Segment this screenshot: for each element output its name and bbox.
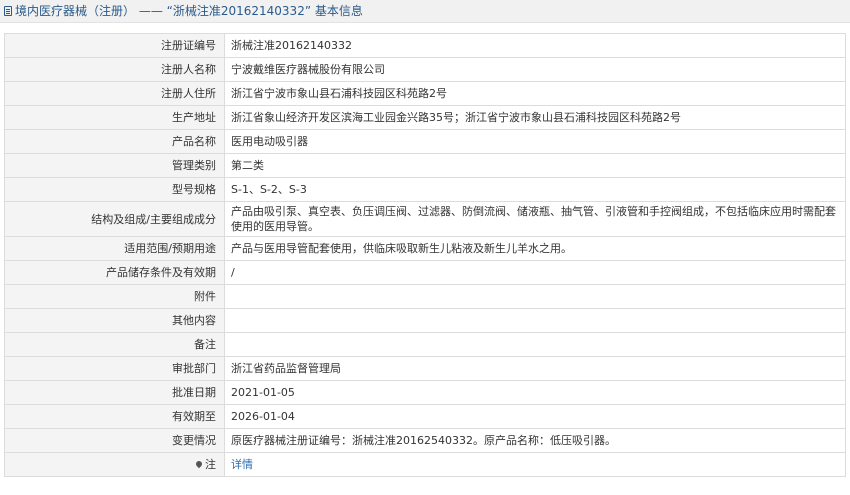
field-label-other-content: 其他内容 <box>4 308 225 333</box>
table-row: 适用范围/预期用途 产品与医用导管配套使用，供临床吸取新生儿粘液及新生儿羊水之用… <box>4 236 846 261</box>
field-label-production-address: 生产地址 <box>4 105 225 130</box>
page-header: 境内医疗器械（注册） —— “浙械注准20162140332” 基本信息 <box>0 0 850 23</box>
field-value-other-content <box>224 308 846 333</box>
field-value-model-spec: S-1、S-2、S-3 <box>224 177 846 202</box>
field-value-production-address: 浙江省象山经济开发区滨海工业园金兴路35号；浙江省宁波市象山县石浦科技园区科苑路… <box>224 105 846 130</box>
table-row: 有效期至 2026-01-04 <box>4 404 846 429</box>
table-row: 备注 <box>4 332 846 357</box>
field-label-approval-department: 审批部门 <box>4 356 225 381</box>
info-table-wrapper: 注册证编号 浙械注准20162140332 注册人名称 宁波戴维医疗器械股份有限… <box>0 23 850 477</box>
details-link[interactable]: 详情 <box>231 458 253 471</box>
field-label-attachment: 附件 <box>4 284 225 309</box>
field-value-registrant-name: 宁波戴维医疗器械股份有限公司 <box>224 57 846 82</box>
table-row: 批准日期 2021-01-05 <box>4 380 846 405</box>
field-value-remarks <box>224 332 846 357</box>
field-label-model-spec: 型号规格 <box>4 177 225 202</box>
field-value-registration-number: 浙械注准20162140332 <box>224 33 846 58</box>
table-row: 产品名称 医用电动吸引器 <box>4 129 846 154</box>
document-icon <box>4 6 12 16</box>
field-value-intended-use: 产品与医用导管配套使用，供临床吸取新生儿粘液及新生儿羊水之用。 <box>224 236 846 261</box>
table-row: 附件 <box>4 284 846 309</box>
field-value-note: 详情 <box>224 452 846 477</box>
field-value-structure: 产品由吸引泵、真空表、负压调压阀、过滤器、防倒流阀、储液瓶、抽气管、引液管和手控… <box>224 201 846 237</box>
note-label: 注 <box>205 458 216 471</box>
field-value-attachment <box>224 284 846 309</box>
table-row: 其他内容 <box>4 308 846 333</box>
table-row: 型号规格 S-1、S-2、S-3 <box>4 177 846 202</box>
field-value-valid-until: 2026-01-04 <box>224 404 846 429</box>
table-row: 管理类别 第二类 <box>4 153 846 178</box>
table-row: 审批部门 浙江省药品监督管理局 <box>4 356 846 381</box>
field-value-approval-date: 2021-01-05 <box>224 380 846 405</box>
page-title: 境内医疗器械（注册） —— “浙械注准20162140332” 基本信息 <box>15 4 363 18</box>
field-label-remarks: 备注 <box>4 332 225 357</box>
table-row: 注 详情 <box>4 452 846 477</box>
table-row: 变更情况 原医疗器械注册证编号：浙械注准20162540332。原产品名称：低压… <box>4 428 846 453</box>
field-label-registration-number: 注册证编号 <box>4 33 225 58</box>
field-label-valid-until: 有效期至 <box>4 404 225 429</box>
field-label-registrant-name: 注册人名称 <box>4 57 225 82</box>
field-label-intended-use: 适用范围/预期用途 <box>4 236 225 261</box>
field-label-registrant-address: 注册人住所 <box>4 81 225 106</box>
table-row: 注册人名称 宁波戴维医疗器械股份有限公司 <box>4 57 846 82</box>
field-label-change-history: 变更情况 <box>4 428 225 453</box>
field-value-storage: / <box>224 260 846 285</box>
table-row: 注册证编号 浙械注准20162140332 <box>4 33 846 58</box>
field-label-management-category: 管理类别 <box>4 153 225 178</box>
table-row: 生产地址 浙江省象山经济开发区滨海工业园金兴路35号；浙江省宁波市象山县石浦科技… <box>4 105 846 130</box>
field-value-registrant-address: 浙江省宁波市象山县石浦科技园区科苑路2号 <box>224 81 846 106</box>
field-value-management-category: 第二类 <box>224 153 846 178</box>
table-row: 结构及组成/主要组成成分 产品由吸引泵、真空表、负压调压阀、过滤器、防倒流阀、储… <box>4 201 846 237</box>
table-row: 注册人住所 浙江省宁波市象山县石浦科技园区科苑路2号 <box>4 81 846 106</box>
field-value-product-name: 医用电动吸引器 <box>224 129 846 154</box>
field-label-storage: 产品储存条件及有效期 <box>4 260 225 285</box>
table-row: 产品储存条件及有效期 / <box>4 260 846 285</box>
field-label-product-name: 产品名称 <box>4 129 225 154</box>
field-label-structure: 结构及组成/主要组成成分 <box>4 201 225 237</box>
field-value-change-history: 原医疗器械注册证编号：浙械注准20162540332。原产品名称：低压吸引器。 <box>224 428 846 453</box>
info-table: 注册证编号 浙械注准20162140332 注册人名称 宁波戴维医疗器械股份有限… <box>4 33 846 477</box>
pin-icon <box>194 459 204 469</box>
field-value-approval-department: 浙江省药品监督管理局 <box>224 356 846 381</box>
field-label-note: 注 <box>4 452 225 477</box>
field-label-approval-date: 批准日期 <box>4 380 225 405</box>
